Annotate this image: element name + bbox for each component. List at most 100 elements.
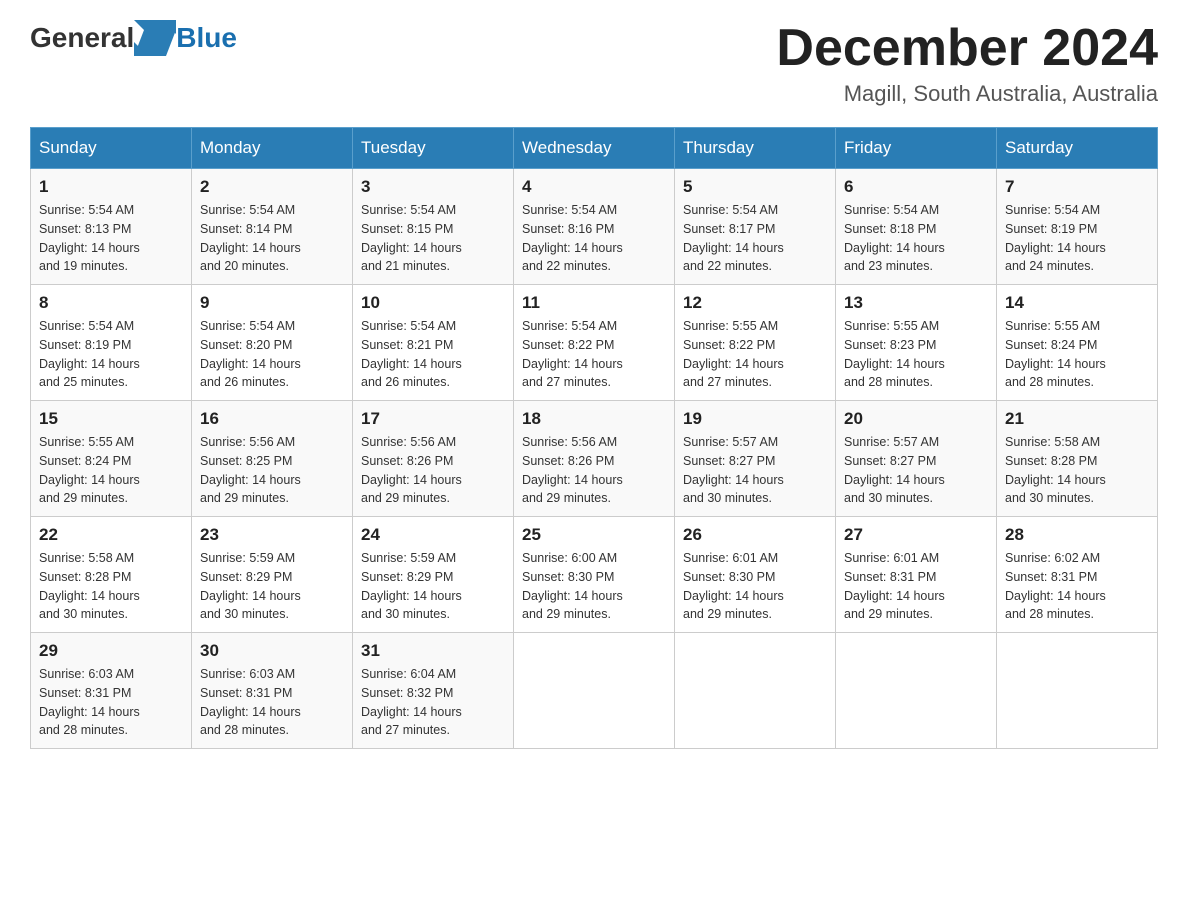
day-info: Sunrise: 5:55 AMSunset: 8:23 PMDaylight:… [844, 319, 945, 389]
day-number: 15 [39, 409, 183, 429]
calendar-table: SundayMondayTuesdayWednesdayThursdayFrid… [30, 127, 1158, 749]
day-number: 18 [522, 409, 666, 429]
calendar-cell: 30 Sunrise: 6:03 AMSunset: 8:31 PMDaylig… [192, 633, 353, 749]
day-info: Sunrise: 6:02 AMSunset: 8:31 PMDaylight:… [1005, 551, 1106, 621]
calendar-cell: 21 Sunrise: 5:58 AMSunset: 8:28 PMDaylig… [997, 401, 1158, 517]
calendar-cell: 14 Sunrise: 5:55 AMSunset: 8:24 PMDaylig… [997, 285, 1158, 401]
day-info: Sunrise: 6:03 AMSunset: 8:31 PMDaylight:… [39, 667, 140, 737]
day-info: Sunrise: 5:54 AMSunset: 8:13 PMDaylight:… [39, 203, 140, 273]
day-info: Sunrise: 5:56 AMSunset: 8:25 PMDaylight:… [200, 435, 301, 505]
day-number: 5 [683, 177, 827, 197]
day-info: Sunrise: 5:54 AMSunset: 8:15 PMDaylight:… [361, 203, 462, 273]
calendar-cell: 3 Sunrise: 5:54 AMSunset: 8:15 PMDayligh… [353, 169, 514, 285]
day-number: 30 [200, 641, 344, 661]
day-number: 23 [200, 525, 344, 545]
day-number: 28 [1005, 525, 1149, 545]
calendar-cell: 27 Sunrise: 6:01 AMSunset: 8:31 PMDaylig… [836, 517, 997, 633]
column-header-saturday: Saturday [997, 128, 1158, 169]
day-info: Sunrise: 5:54 AMSunset: 8:19 PMDaylight:… [1005, 203, 1106, 273]
column-header-thursday: Thursday [675, 128, 836, 169]
calendar-cell: 24 Sunrise: 5:59 AMSunset: 8:29 PMDaylig… [353, 517, 514, 633]
day-info: Sunrise: 5:54 AMSunset: 8:16 PMDaylight:… [522, 203, 623, 273]
day-number: 14 [1005, 293, 1149, 313]
logo: General Blue [30, 20, 237, 56]
calendar-cell: 5 Sunrise: 5:54 AMSunset: 8:17 PMDayligh… [675, 169, 836, 285]
calendar-cell: 20 Sunrise: 5:57 AMSunset: 8:27 PMDaylig… [836, 401, 997, 517]
calendar-title: December 2024 [776, 20, 1158, 77]
calendar-cell: 19 Sunrise: 5:57 AMSunset: 8:27 PMDaylig… [675, 401, 836, 517]
calendar-header-row: SundayMondayTuesdayWednesdayThursdayFrid… [31, 128, 1158, 169]
calendar-cell: 18 Sunrise: 5:56 AMSunset: 8:26 PMDaylig… [514, 401, 675, 517]
day-number: 24 [361, 525, 505, 545]
day-info: Sunrise: 5:54 AMSunset: 8:18 PMDaylight:… [844, 203, 945, 273]
calendar-cell: 9 Sunrise: 5:54 AMSunset: 8:20 PMDayligh… [192, 285, 353, 401]
day-number: 9 [200, 293, 344, 313]
day-number: 12 [683, 293, 827, 313]
day-number: 1 [39, 177, 183, 197]
calendar-cell: 16 Sunrise: 5:56 AMSunset: 8:25 PMDaylig… [192, 401, 353, 517]
day-info: Sunrise: 5:54 AMSunset: 8:20 PMDaylight:… [200, 319, 301, 389]
calendar-week-row: 15 Sunrise: 5:55 AMSunset: 8:24 PMDaylig… [31, 401, 1158, 517]
calendar-cell: 1 Sunrise: 5:54 AMSunset: 8:13 PMDayligh… [31, 169, 192, 285]
column-header-monday: Monday [192, 128, 353, 169]
calendar-week-row: 1 Sunrise: 5:54 AMSunset: 8:13 PMDayligh… [31, 169, 1158, 285]
day-number: 6 [844, 177, 988, 197]
day-info: Sunrise: 5:58 AMSunset: 8:28 PMDaylight:… [39, 551, 140, 621]
calendar-cell: 8 Sunrise: 5:54 AMSunset: 8:19 PMDayligh… [31, 285, 192, 401]
calendar-week-row: 22 Sunrise: 5:58 AMSunset: 8:28 PMDaylig… [31, 517, 1158, 633]
calendar-cell: 4 Sunrise: 5:54 AMSunset: 8:16 PMDayligh… [514, 169, 675, 285]
day-number: 20 [844, 409, 988, 429]
column-header-tuesday: Tuesday [353, 128, 514, 169]
logo-blue-text: Blue [176, 22, 237, 54]
day-info: Sunrise: 5:58 AMSunset: 8:28 PMDaylight:… [1005, 435, 1106, 505]
calendar-cell: 29 Sunrise: 6:03 AMSunset: 8:31 PMDaylig… [31, 633, 192, 749]
calendar-cell: 11 Sunrise: 5:54 AMSunset: 8:22 PMDaylig… [514, 285, 675, 401]
calendar-cell: 7 Sunrise: 5:54 AMSunset: 8:19 PMDayligh… [997, 169, 1158, 285]
calendar-cell: 23 Sunrise: 5:59 AMSunset: 8:29 PMDaylig… [192, 517, 353, 633]
calendar-cell: 28 Sunrise: 6:02 AMSunset: 8:31 PMDaylig… [997, 517, 1158, 633]
day-info: Sunrise: 6:01 AMSunset: 8:31 PMDaylight:… [844, 551, 945, 621]
calendar-cell: 31 Sunrise: 6:04 AMSunset: 8:32 PMDaylig… [353, 633, 514, 749]
day-number: 17 [361, 409, 505, 429]
day-number: 19 [683, 409, 827, 429]
calendar-cell: 22 Sunrise: 5:58 AMSunset: 8:28 PMDaylig… [31, 517, 192, 633]
logo-general-text: General [30, 22, 134, 54]
day-number: 4 [522, 177, 666, 197]
day-number: 8 [39, 293, 183, 313]
calendar-cell [836, 633, 997, 749]
day-info: Sunrise: 5:55 AMSunset: 8:22 PMDaylight:… [683, 319, 784, 389]
day-number: 25 [522, 525, 666, 545]
calendar-cell: 10 Sunrise: 5:54 AMSunset: 8:21 PMDaylig… [353, 285, 514, 401]
calendar-cell [997, 633, 1158, 749]
day-number: 22 [39, 525, 183, 545]
day-info: Sunrise: 6:00 AMSunset: 8:30 PMDaylight:… [522, 551, 623, 621]
day-number: 26 [683, 525, 827, 545]
day-info: Sunrise: 6:04 AMSunset: 8:32 PMDaylight:… [361, 667, 462, 737]
day-number: 2 [200, 177, 344, 197]
calendar-cell: 26 Sunrise: 6:01 AMSunset: 8:30 PMDaylig… [675, 517, 836, 633]
day-info: Sunrise: 5:54 AMSunset: 8:14 PMDaylight:… [200, 203, 301, 273]
day-number: 16 [200, 409, 344, 429]
title-block: December 2024 Magill, South Australia, A… [776, 20, 1158, 107]
calendar-week-row: 29 Sunrise: 6:03 AMSunset: 8:31 PMDaylig… [31, 633, 1158, 749]
logo-blue-part: Blue [134, 20, 237, 56]
column-header-sunday: Sunday [31, 128, 192, 169]
calendar-cell: 2 Sunrise: 5:54 AMSunset: 8:14 PMDayligh… [192, 169, 353, 285]
day-info: Sunrise: 5:55 AMSunset: 8:24 PMDaylight:… [39, 435, 140, 505]
day-number: 21 [1005, 409, 1149, 429]
page-header: General Blue December 2024 Magill, South… [30, 20, 1158, 107]
day-number: 31 [361, 641, 505, 661]
day-info: Sunrise: 5:54 AMSunset: 8:22 PMDaylight:… [522, 319, 623, 389]
day-info: Sunrise: 5:59 AMSunset: 8:29 PMDaylight:… [200, 551, 301, 621]
calendar-body: 1 Sunrise: 5:54 AMSunset: 8:13 PMDayligh… [31, 169, 1158, 749]
calendar-cell: 6 Sunrise: 5:54 AMSunset: 8:18 PMDayligh… [836, 169, 997, 285]
day-number: 7 [1005, 177, 1149, 197]
day-number: 13 [844, 293, 988, 313]
calendar-cell: 17 Sunrise: 5:56 AMSunset: 8:26 PMDaylig… [353, 401, 514, 517]
day-info: Sunrise: 5:56 AMSunset: 8:26 PMDaylight:… [361, 435, 462, 505]
day-info: Sunrise: 5:54 AMSunset: 8:17 PMDaylight:… [683, 203, 784, 273]
day-info: Sunrise: 6:01 AMSunset: 8:30 PMDaylight:… [683, 551, 784, 621]
day-info: Sunrise: 5:54 AMSunset: 8:21 PMDaylight:… [361, 319, 462, 389]
day-info: Sunrise: 5:54 AMSunset: 8:19 PMDaylight:… [39, 319, 140, 389]
day-info: Sunrise: 5:57 AMSunset: 8:27 PMDaylight:… [844, 435, 945, 505]
